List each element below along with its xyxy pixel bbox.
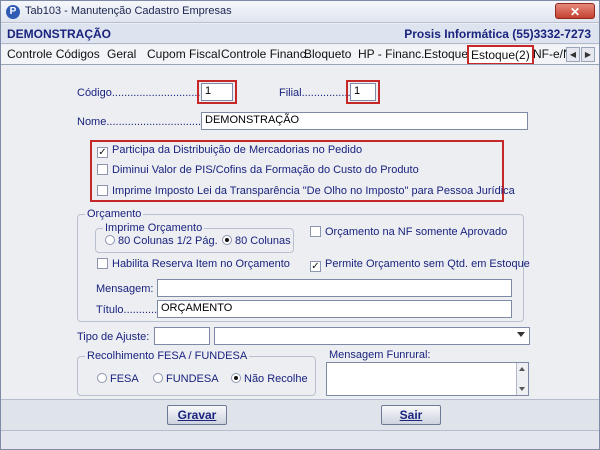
radio-fundesa-label: FUNDESA [166,373,219,385]
scroll-up-icon[interactable] [519,367,525,371]
main-window: P Tab103 - Manutenção Cadastro Empresas … [0,0,600,450]
mensagem-funrural-textarea[interactable] [326,362,529,396]
sair-button[interactable]: Sair [381,405,441,425]
radio-80-colunas-label: 80 Colunas [235,235,291,247]
radio-nao-recolhe-label: Não Recolhe [244,373,308,385]
orcamento-nf-aprovado-checkbox[interactable]: Orçamento na NF somente Aprovado [310,226,507,242]
imprime-orcamento-title: Imprime Orçamento [103,222,205,234]
chevron-down-icon[interactable] [517,332,525,337]
app-logo-icon: P [6,5,20,19]
company-name: DEMONSTRAÇÃO [7,27,111,41]
permite-sem-estoque-checkbox[interactable]: ✓ Permite Orçamento sem Qtd. em Estoque [310,258,530,274]
mensagem-funrural-label: Mensagem Funrural: [329,349,431,361]
titulo-label: Título.............: [96,304,167,316]
codigo-input[interactable]: 1 [201,83,233,101]
scrollbar[interactable] [516,363,528,395]
tipo-ajuste-code-input[interactable] [154,327,210,345]
orcamento-nf-aprovado-label: Orçamento na NF somente Aprovado [325,226,508,238]
radio-80-colunas-meia[interactable]: 80 Colunas 1/2 Pág. [105,235,218,247]
tab-strip: Controle Códigos Geral Cupom Fiscal Cont… [1,45,599,65]
imprime-imposto-label: Imprime Imposto Lei da Transparência "De… [112,185,515,197]
participa-distribuicao-checkbox[interactable]: ✓ Participa da Distribuição de Mercadoria… [97,144,362,160]
radio-nao-recolhe[interactable]: Não Recolhe [231,373,308,385]
mensagem-input[interactable] [157,279,512,297]
diminui-pis-cofins-checkbox[interactable]: Diminui Valor de PIS/Cofins da Formação … [97,164,419,180]
checkbox-icon [310,226,321,237]
radio-icon [97,373,107,383]
checkbox-icon [97,185,108,196]
radio-icon [105,235,115,245]
habilita-reserva-label: Habilita Reserva Item no Orçamento [112,258,290,270]
checkbox-icon [97,164,108,175]
title-bar: P Tab103 - Manutenção Cadastro Empresas … [1,1,599,23]
radio-icon [153,373,163,383]
checkbox-icon: ✓ [310,261,321,272]
radio-icon [222,235,232,245]
checkbox-icon: ✓ [97,147,108,158]
tab-estoque[interactable]: Estoque [424,47,468,64]
permite-sem-estoque-label: Permite Orçamento sem Qtd. em Estoque [325,258,530,270]
orcamento-group-title: Orçamento [85,208,144,220]
radio-80-colunas[interactable]: 80 Colunas [222,235,291,247]
radio-fundesa[interactable]: FUNDESA [153,373,219,385]
radio-80-colunas-meia-label: 80 Colunas 1/2 Pág. [118,235,218,247]
mensagem-label: Mensagem: [96,283,154,295]
tab-hp-financ[interactable]: HP - Financ. [358,47,424,64]
header-band: DEMONSTRAÇÃO Prosis Informática (55)3332… [1,24,599,44]
filial-label: Filial.................: [279,87,357,99]
tab-bloqueto[interactable]: Bloqueto [304,47,351,64]
tab-scroll-right-icon[interactable]: ▶ [581,47,595,62]
nome-input[interactable]: DEMONSTRAÇÃO [201,112,528,130]
close-button[interactable]: ✕ [555,3,595,19]
radio-icon [231,373,241,383]
filial-input[interactable]: 1 [350,83,376,101]
titulo-input[interactable]: ORÇAMENTO [157,300,512,318]
tipo-ajuste-label: Tipo de Ajuste: [77,331,150,343]
radio-fesa[interactable]: FESA [97,373,139,385]
tipo-ajuste-select[interactable] [214,327,530,345]
radio-fesa-label: FESA [110,373,139,385]
tab-cupom-fiscal[interactable]: Cupom Fiscal [147,47,220,64]
fesa-group-title: Recolhimento FESA / FUNDESA [85,350,250,362]
tab-controle-codigos[interactable]: Controle Códigos [7,47,100,64]
window-title: Tab103 - Manutenção Cadastro Empresas [25,5,232,17]
imprime-imposto-checkbox[interactable]: Imprime Imposto Lei da Transparência "De… [97,185,515,201]
tab-geral[interactable]: Geral [107,47,136,64]
tab-estoque-2[interactable]: Estoque(2) [467,45,534,64]
gravar-button[interactable]: Gravar [167,405,227,425]
tab-scroll-left-icon[interactable]: ◀ [566,47,580,62]
diminui-pis-cofins-label: Diminui Valor de PIS/Cofins da Formação … [112,164,419,176]
vendor-info: Prosis Informática (55)3332-7273 [404,27,591,41]
scroll-down-icon[interactable] [519,387,525,391]
participa-distribuicao-label: Participa da Distribuição de Mercadorias… [112,144,363,156]
status-bar [1,430,599,449]
habilita-reserva-checkbox[interactable]: Habilita Reserva Item no Orçamento [97,258,290,274]
checkbox-icon [97,258,108,269]
tab-controle-financ[interactable]: Controle Financ. [221,47,309,64]
